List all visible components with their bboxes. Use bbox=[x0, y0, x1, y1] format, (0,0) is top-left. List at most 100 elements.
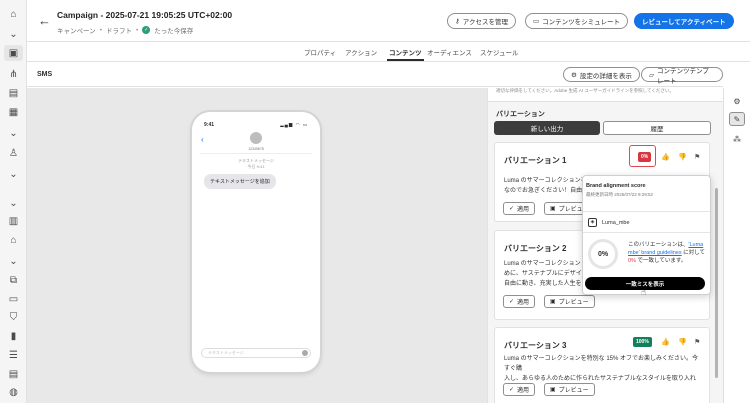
brand-icon: ◈ bbox=[588, 218, 597, 227]
preview-canvas: 9:41 ▂▄▆ ◠ ▭ ‹ 12345678 テキストメッセージ 今日 9:4… bbox=[27, 88, 487, 403]
breadcrumb: キャンペーン • ドラフト • ✓ たった今保存 bbox=[57, 25, 193, 35]
thumbs-up-icon[interactable]: 👍 bbox=[661, 153, 670, 161]
home-icon[interactable]: ⌂ bbox=[6, 7, 21, 21]
check-icon: ✓ bbox=[142, 26, 151, 34]
phone-time: 9:41 bbox=[204, 122, 215, 128]
scrollbar[interactable] bbox=[715, 188, 718, 378]
desc-text: で一致しています。 bbox=[635, 258, 687, 264]
content-template-label: コンテンツテンプレート bbox=[657, 67, 709, 85]
variations-heading: バリエーション bbox=[496, 111, 545, 118]
review-activate-label: レビューしてアクティベート bbox=[642, 19, 726, 26]
people-icon[interactable]: ♙ bbox=[6, 146, 21, 160]
simulate-content-button[interactable]: ▭ コンテンツをシミュレート bbox=[525, 13, 629, 29]
signal-icon: ▂▄▆ ◠ ▭ bbox=[280, 122, 308, 127]
analytics-icon[interactable]: ▮ bbox=[6, 329, 21, 343]
settings-icon[interactable]: ⚙ bbox=[729, 94, 745, 108]
popover-updated: 最終更新日時 2025/07/22 9:29:52 bbox=[586, 192, 654, 197]
tab-schedule[interactable]: スケジュール bbox=[480, 47, 519, 57]
chevron-down-icon[interactable]: ⌄ bbox=[6, 196, 21, 210]
variation-title: バリエーション 3 bbox=[504, 341, 567, 350]
divider bbox=[583, 232, 710, 233]
brand-alignment-popover: Brand alignment score 最終更新日時 2025/07/22 … bbox=[582, 175, 711, 295]
content-toolbar: SMS ⚙ 設定の詳細を表示 ▱ コンテンツテンプレート bbox=[27, 63, 723, 87]
brand-name: Luma_mbe bbox=[602, 220, 630, 226]
guideline-note: 適切な評価をしてください。Adobe 生成 AI ユーザーガイドラインを参照して… bbox=[488, 88, 723, 102]
check-icon: ✓ bbox=[509, 206, 515, 212]
apply-label: 適用 bbox=[517, 300, 530, 306]
flag-icon[interactable]: ⚑ bbox=[694, 338, 700, 346]
library-icon[interactable]: ▤ bbox=[6, 367, 21, 381]
breadcrumb-campaign[interactable]: キャンペーン bbox=[57, 25, 96, 35]
score-badge[interactable]: 100% bbox=[633, 337, 652, 347]
new-output-toggle[interactable]: 新しい出力 bbox=[494, 121, 600, 135]
channel-label: SMS bbox=[37, 71, 53, 78]
page-title: Campaign - 2025-07-21 19:05:25 UTC+02:00 bbox=[57, 10, 233, 20]
show-settings-button[interactable]: ⚙ 設定の詳細を表示 bbox=[563, 67, 640, 82]
journeys-icon[interactable]: ⋔ bbox=[6, 67, 21, 81]
chevron-down-icon[interactable]: ⌄ bbox=[6, 254, 21, 268]
apply-button[interactable]: ✓ 適用 bbox=[503, 383, 536, 396]
settings-icon: ⚙ bbox=[571, 71, 577, 79]
tab-actions[interactable]: アクション bbox=[345, 47, 377, 57]
popover-title: Brand alignment score bbox=[586, 183, 646, 189]
menu-icon[interactable]: ☰ bbox=[6, 348, 21, 362]
chevron-left-icon: ‹ bbox=[201, 135, 204, 144]
preview-icon: ▣ bbox=[550, 387, 556, 393]
show-settings-label: 設定の詳細を表示 bbox=[579, 72, 632, 80]
check-icon: ✓ bbox=[509, 387, 515, 393]
assets-icon[interactable]: ▭ bbox=[6, 292, 21, 306]
score-highlight bbox=[629, 145, 656, 167]
magic-wand-icon[interactable]: ✎ bbox=[729, 112, 745, 126]
offers-icon[interactable]: ⌂ bbox=[6, 233, 21, 247]
preview-label: プレビュー bbox=[558, 388, 589, 394]
tab-content[interactable]: コンテンツ bbox=[387, 47, 423, 61]
save-status: たった今保存 bbox=[154, 28, 194, 35]
channels-icon[interactable]: ⧉ bbox=[6, 273, 21, 287]
apply-button[interactable]: ✓ 適用 bbox=[503, 295, 536, 308]
divider bbox=[583, 211, 710, 212]
manage-access-button[interactable]: ⚷ アクセスを管理 bbox=[447, 13, 516, 29]
separator: • bbox=[99, 26, 102, 34]
content-icon[interactable]: ▤ bbox=[6, 86, 21, 100]
apply-button[interactable]: ✓ 適用 bbox=[503, 202, 536, 215]
variation-title: バリエーション 1 bbox=[504, 156, 567, 165]
thumbs-down-icon[interactable]: 👎 bbox=[678, 153, 687, 161]
chevron-down-icon[interactable]: ⌄ bbox=[6, 27, 21, 41]
review-activate-button[interactable]: レビューしてアクティベート bbox=[634, 13, 734, 29]
key-icon: ⚷ bbox=[455, 18, 460, 25]
templates-icon[interactable]: ▦ bbox=[6, 105, 21, 119]
status-draft: ドラフト bbox=[105, 28, 132, 35]
variation-card-3: バリエーション 3 100% 👍 👎 ⚑ Luma のサマーコレクションを特別な… bbox=[494, 327, 710, 403]
score-ring: 0% bbox=[588, 239, 618, 269]
monitor-icon: ▭ bbox=[533, 18, 540, 25]
preview-button[interactable]: ▣ プレビュー bbox=[544, 295, 595, 308]
flag-icon[interactable]: ⚑ bbox=[694, 153, 700, 161]
tab-audience[interactable]: オーディエンス bbox=[427, 47, 472, 57]
chevron-down-icon[interactable]: ⌄ bbox=[6, 167, 21, 181]
campaigns-icon[interactable]: ▣ bbox=[4, 45, 23, 61]
content-template-button[interactable]: ▱ コンテンツテンプレート bbox=[641, 67, 723, 85]
shield-icon[interactable]: ⛉ bbox=[6, 310, 21, 324]
reports-icon[interactable]: ▥ bbox=[6, 214, 21, 228]
phone-preview: 9:41 ▂▄▆ ◠ ▭ ‹ 12345678 テキストメッセージ 今日 9:4… bbox=[192, 112, 320, 372]
apply-label: 適用 bbox=[517, 388, 530, 394]
simulate-label: コンテンツをシミュレート bbox=[542, 19, 621, 26]
template-icon: ▱ bbox=[649, 71, 654, 79]
separator: • bbox=[135, 26, 139, 34]
globe-icon[interactable]: ◍ bbox=[6, 385, 21, 399]
thumbs-down-icon[interactable]: 👎 bbox=[678, 338, 687, 346]
avatar bbox=[250, 132, 262, 144]
tab-bar: プロパティ アクション コンテンツ オーディエンス スケジュール bbox=[27, 42, 750, 62]
apps-icon[interactable]: ⁂ bbox=[729, 132, 745, 146]
back-arrow-icon[interactable]: ← bbox=[38, 13, 51, 28]
tab-properties[interactable]: プロパティ bbox=[304, 47, 336, 57]
check-icon: ✓ bbox=[509, 299, 515, 305]
variation-title: バリエーション 2 bbox=[504, 244, 567, 253]
mouse-cursor-icon: ☝ bbox=[641, 287, 647, 297]
page-header: ← Campaign - 2025-07-21 19:05:25 UTC+02:… bbox=[27, 0, 750, 42]
preview-button[interactable]: ▣ プレビュー bbox=[544, 383, 595, 396]
thumbs-up-icon[interactable]: 👍 bbox=[661, 338, 670, 346]
history-toggle[interactable]: 履歴 bbox=[603, 121, 711, 135]
chevron-down-icon[interactable]: ⌄ bbox=[6, 126, 21, 140]
message-bubble: テキストメッセージを追加 bbox=[204, 174, 276, 189]
